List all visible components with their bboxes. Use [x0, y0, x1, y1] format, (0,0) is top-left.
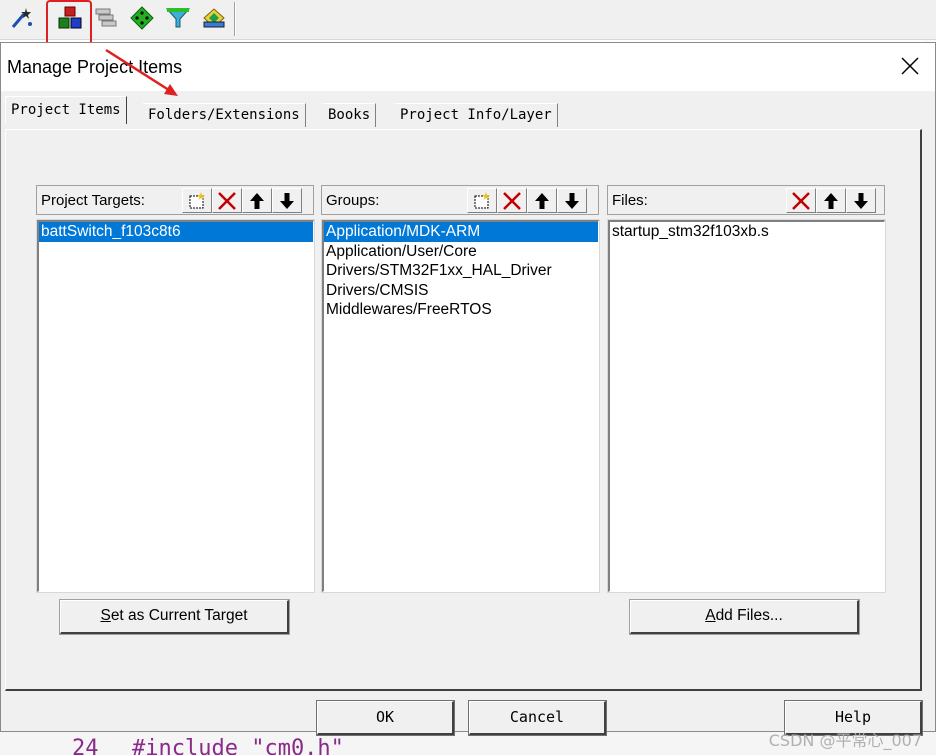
stacked-windows-icon[interactable]: [92, 4, 120, 32]
ok-button[interactable]: OK: [316, 700, 455, 736]
arrow-down-icon: [565, 192, 579, 209]
add-files-label: dd Files...: [715, 607, 783, 624]
set-target-accel: S: [100, 607, 111, 624]
delete-file-button[interactable]: [786, 188, 816, 213]
arrow-down-icon: [854, 192, 868, 209]
tab-project-items[interactable]: Project Items: [5, 96, 127, 124]
watermark-text: CSDN @平常心_007: [768, 731, 922, 750]
dialog-titlebar: Manage Project Items: [1, 43, 935, 91]
pack-installer-icon[interactable]: [200, 4, 228, 32]
move-group-up-button[interactable]: [527, 188, 557, 213]
toolbar-separator: [234, 2, 236, 36]
arrow-up-icon: [535, 192, 549, 209]
delete-x-icon: [503, 191, 521, 210]
arrow-up-icon: [824, 192, 838, 209]
list-item-target[interactable]: battSwitch_f103c8t6: [39, 222, 313, 242]
delete-target-button[interactable]: [212, 188, 242, 213]
tab-folders-extensions[interactable]: Folders/Extensions: [143, 103, 306, 127]
tab-project-info-layer[interactable]: Project Info/Layer: [395, 103, 558, 127]
magic-wand-icon[interactable]: [8, 4, 36, 32]
list-item-group[interactable]: Application/User/Core: [324, 242, 598, 262]
delete-x-icon: [218, 191, 236, 210]
list-item-group[interactable]: Drivers/CMSIS: [324, 281, 598, 301]
move-target-up-button[interactable]: [242, 188, 272, 213]
delete-group-button[interactable]: [497, 188, 527, 213]
list-item-group[interactable]: Middlewares/FreeRTOS: [324, 300, 598, 320]
editor-line-number: 24: [72, 736, 99, 755]
new-group-button[interactable]: [467, 188, 497, 213]
project-targets-label: Project Targets:: [41, 192, 145, 209]
list-item-group[interactable]: Application/MDK-ARM: [324, 222, 598, 242]
tab-books[interactable]: Books: [323, 103, 377, 127]
add-files-accel: A: [705, 607, 716, 624]
close-icon[interactable]: [899, 55, 921, 77]
set-target-label: et as Current Target: [110, 607, 248, 624]
arrow-down-icon: [280, 192, 294, 209]
funnel-icon[interactable]: [164, 4, 192, 32]
move-group-down-button[interactable]: [557, 188, 587, 213]
groups-label: Groups:: [326, 192, 380, 209]
green-diamond-icon[interactable]: [128, 4, 156, 32]
files-header: Files:: [607, 185, 885, 215]
groups-list[interactable]: Application/MDK-ARM Application/User/Cor…: [321, 219, 600, 593]
move-file-up-button[interactable]: [816, 188, 846, 213]
dialog-title: Manage Project Items: [7, 57, 183, 77]
new-item-icon: [189, 191, 205, 208]
files-label: Files:: [612, 192, 648, 209]
groups-header: Groups:: [321, 185, 599, 215]
annotation-highlight-box: [46, 0, 92, 48]
project-targets-list[interactable]: battSwitch_f103c8t6: [36, 219, 315, 593]
move-target-down-button[interactable]: [272, 188, 302, 213]
cancel-button[interactable]: Cancel: [468, 700, 607, 736]
set-as-current-target-button[interactable]: Set as Current Target: [59, 599, 290, 635]
new-target-button[interactable]: [182, 188, 212, 213]
list-item-group[interactable]: Drivers/STM32F1xx_HAL_Driver: [324, 261, 598, 281]
project-targets-header: Project Targets:: [36, 185, 314, 215]
list-item-file[interactable]: startup_stm32f103xb.s: [610, 222, 884, 242]
new-item-icon: [474, 191, 490, 208]
delete-x-icon: [792, 191, 810, 210]
move-file-down-button[interactable]: [846, 188, 876, 213]
add-files-button[interactable]: Add Files...: [629, 599, 860, 635]
editor-code-text: #include "cm0.h": [132, 736, 344, 755]
files-list[interactable]: startup_stm32f103xb.s: [607, 219, 886, 593]
arrow-up-icon: [250, 192, 264, 209]
main-toolbar: [0, 0, 936, 40]
